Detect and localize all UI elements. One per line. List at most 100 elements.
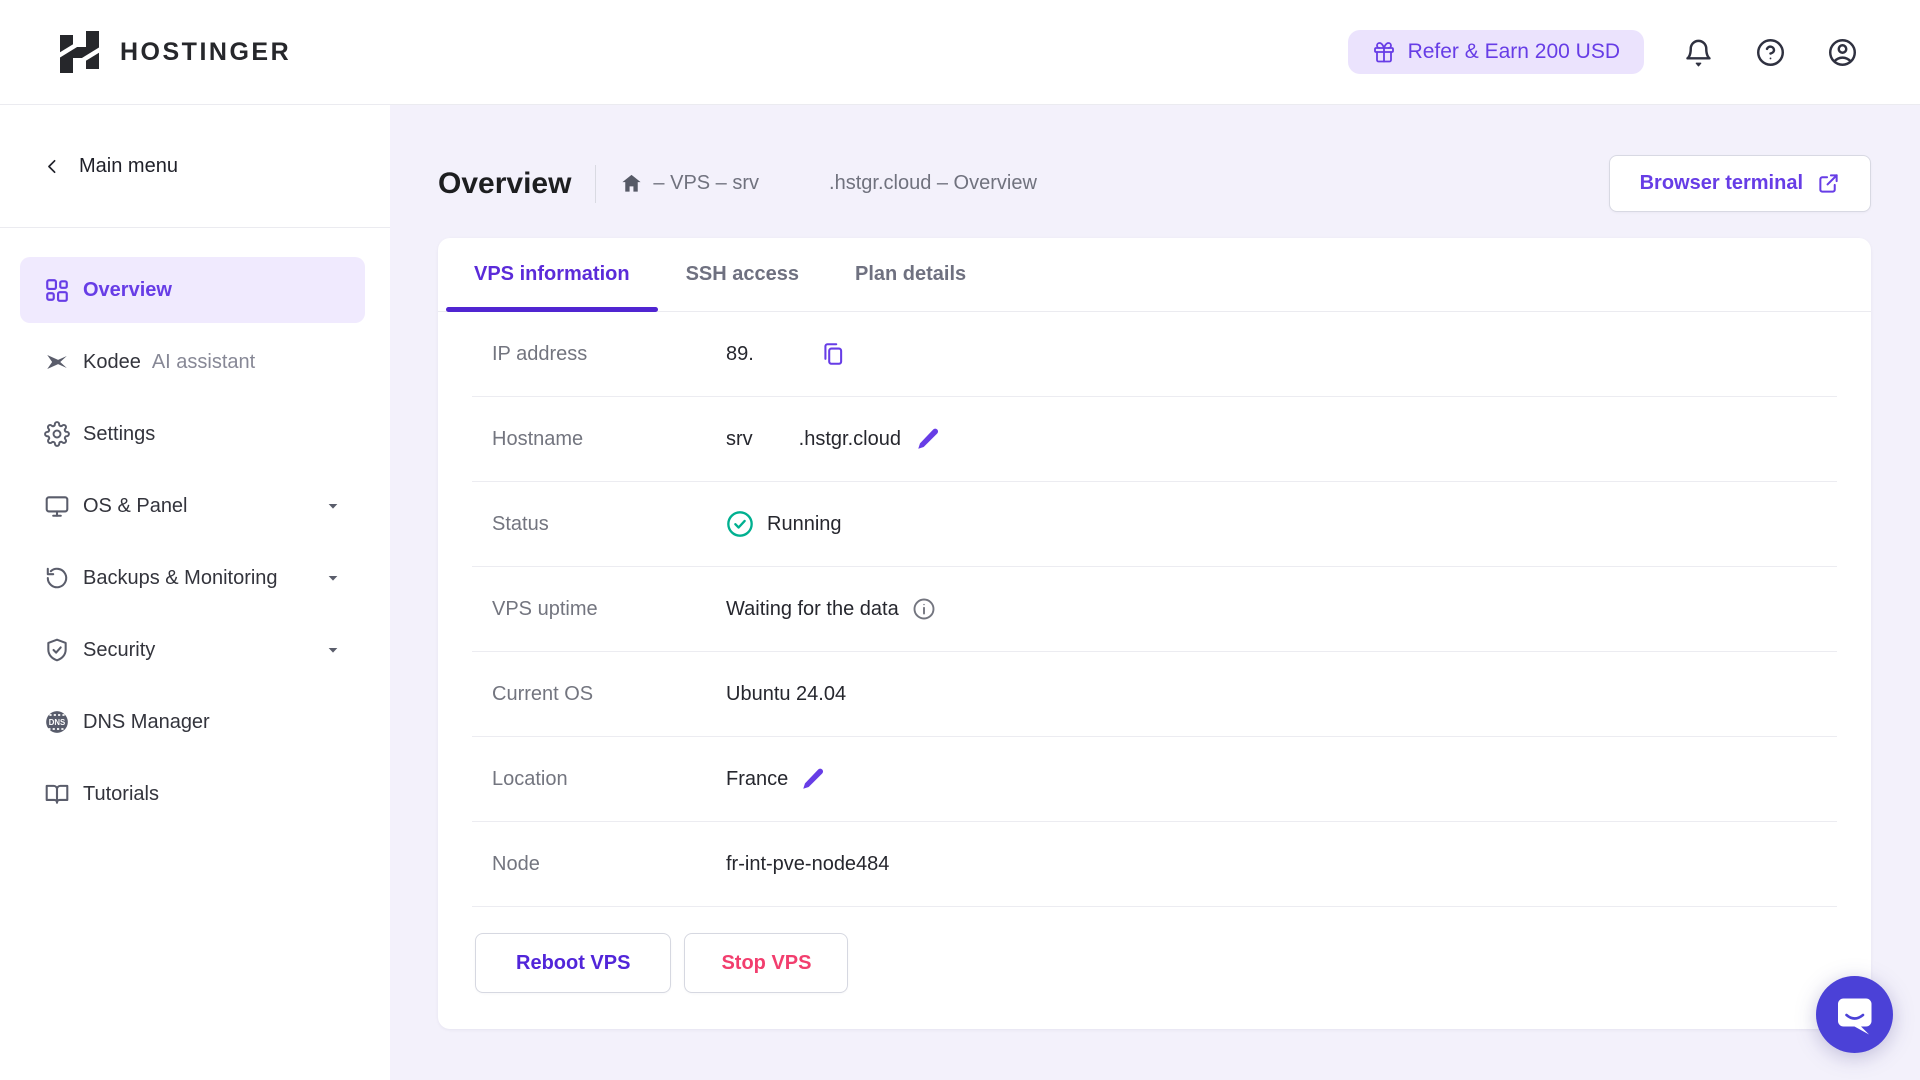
sidebar-item-label: Backups & Monitoring	[83, 567, 278, 590]
kodee-sublabel: AI assistant	[152, 351, 255, 374]
page-header: Overview – VPS – srv .hstgr.cloud – Over…	[438, 155, 1871, 212]
chevron-left-icon	[44, 158, 61, 175]
table-row-vps-uptime: VPS uptime Waiting for the data	[472, 567, 1837, 652]
ip-address-value: 89.	[726, 343, 754, 366]
sidebar-item-security[interactable]: Security	[20, 617, 365, 683]
monitor-icon	[44, 493, 70, 519]
copy-ip-button[interactable]	[820, 341, 846, 367]
sidebar-item-label: DNS Manager	[83, 711, 210, 734]
home-icon[interactable]	[620, 172, 643, 195]
edit-location-button[interactable]	[800, 766, 826, 792]
notifications-button[interactable]	[1680, 34, 1716, 70]
hostinger-logo[interactable]: HOSTINGER	[59, 30, 291, 75]
table-row-ip-address: IP address 89.	[472, 312, 1837, 397]
sidebar-item-os-panel[interactable]: OS & Panel	[20, 473, 365, 539]
hostname-prefix: srv	[726, 428, 753, 451]
sidebar-item-overview[interactable]: Overview	[20, 257, 365, 323]
gift-icon	[1372, 40, 1396, 64]
table-row-status: Status Running	[472, 482, 1837, 567]
browser-terminal-label: Browser terminal	[1640, 172, 1803, 195]
caret-down-icon	[325, 570, 341, 586]
page-title: Overview	[438, 167, 571, 201]
uptime-value: Waiting for the data	[726, 598, 899, 621]
reboot-vps-button[interactable]: Reboot VPS	[475, 933, 671, 993]
refer-earn-label: Refer & Earn 200 USD	[1408, 40, 1620, 64]
top-bar-actions: Refer & Earn 200 USD	[1348, 30, 1860, 74]
breadcrumb-text-2: .hstgr.cloud – Overview	[829, 172, 1037, 195]
sidebar: Main menu Overview	[0, 105, 390, 1080]
edit-hostname-button[interactable]	[915, 426, 941, 452]
vps-information-table: IP address 89.	[438, 312, 1871, 907]
help-icon	[1755, 37, 1786, 68]
row-label: Current OS	[492, 683, 726, 706]
breadcrumb-text-1: – VPS – srv	[653, 172, 759, 195]
row-label: Location	[492, 768, 726, 791]
location-value: France	[726, 768, 788, 791]
sidebar-item-label: Settings	[83, 423, 155, 446]
profile-icon	[1827, 37, 1858, 68]
dashboard-icon	[44, 277, 70, 303]
sidebar-item-backups-monitoring[interactable]: Backups & Monitoring	[20, 545, 365, 611]
refer-earn-button[interactable]: Refer & Earn 200 USD	[1348, 30, 1644, 74]
current-os-value: Ubuntu 24.04	[726, 683, 846, 706]
dns-globe-icon: DNS	[44, 709, 70, 735]
header-divider	[595, 165, 596, 203]
hostinger-h-mark	[59, 30, 100, 75]
vps-overview-card: VPS information SSH access Plan details …	[438, 238, 1871, 1029]
caret-down-icon	[325, 642, 341, 658]
book-icon	[44, 781, 70, 807]
gear-icon	[44, 421, 70, 447]
table-row-node: Node fr-int-pve-node484	[472, 822, 1837, 907]
sidebar-menu: Overview Kodee AI assistant	[0, 228, 390, 827]
tab-bar: VPS information SSH access Plan details	[438, 238, 1871, 312]
sidebar-item-label: Kodee	[83, 351, 141, 374]
check-circle-icon	[726, 510, 754, 538]
node-value: fr-int-pve-node484	[726, 853, 889, 876]
hostinger-hpanel: HOSTINGER Refer & Earn 200 USD	[0, 0, 1920, 1080]
vps-actions: Reboot VPS Stop VPS	[438, 907, 1871, 1029]
external-link-icon	[1817, 172, 1840, 195]
pencil-icon	[800, 766, 826, 792]
stop-vps-button[interactable]: Stop VPS	[684, 933, 848, 993]
sidebar-item-kodee[interactable]: Kodee AI assistant	[20, 329, 365, 395]
sidebar-item-label: Tutorials	[83, 783, 159, 806]
svg-text:DNS: DNS	[49, 718, 65, 727]
browser-terminal-button[interactable]: Browser terminal	[1609, 155, 1871, 212]
bell-icon	[1683, 37, 1714, 68]
kodee-sparkle-icon	[44, 349, 70, 375]
row-label: IP address	[492, 343, 726, 366]
back-label: Main menu	[79, 155, 178, 178]
shield-check-icon	[44, 637, 70, 663]
breadcrumb: – VPS – srv .hstgr.cloud – Overview	[620, 172, 1036, 195]
back-to-main-menu[interactable]: Main menu	[0, 105, 390, 228]
copy-icon	[820, 341, 846, 367]
sidebar-item-label: Overview	[83, 279, 172, 302]
restore-icon	[44, 565, 70, 591]
profile-button[interactable]	[1824, 34, 1860, 70]
top-bar: HOSTINGER Refer & Earn 200 USD	[0, 0, 1920, 105]
table-row-location: Location France	[472, 737, 1837, 822]
sidebar-item-settings[interactable]: Settings	[20, 401, 365, 467]
status-badge: Running	[767, 513, 842, 536]
main-content: Overview – VPS – srv .hstgr.cloud – Over…	[390, 105, 1920, 1080]
tab-ssh-access[interactable]: SSH access	[658, 238, 827, 311]
chat-bubble-icon	[1816, 976, 1893, 1053]
sidebar-item-dns-manager[interactable]: DNS DNS Manager	[20, 689, 365, 755]
sidebar-item-tutorials[interactable]: Tutorials	[20, 761, 365, 827]
sidebar-item-label: OS & Panel	[83, 495, 188, 518]
row-label: Hostname	[492, 428, 726, 451]
brand-name: HOSTINGER	[120, 38, 291, 67]
intercom-chat-button[interactable]	[1816, 976, 1893, 1053]
help-button[interactable]	[1752, 34, 1788, 70]
info-icon[interactable]	[912, 597, 936, 621]
caret-down-icon	[325, 498, 341, 514]
sidebar-item-label: Security	[83, 639, 155, 662]
row-label: VPS uptime	[492, 598, 726, 621]
hostname-suffix: .hstgr.cloud	[799, 428, 901, 451]
tab-vps-information[interactable]: VPS information	[446, 238, 658, 311]
row-label: Node	[492, 853, 726, 876]
table-row-current-os: Current OS Ubuntu 24.04	[472, 652, 1837, 737]
tab-plan-details[interactable]: Plan details	[827, 238, 994, 311]
pencil-icon	[915, 426, 941, 452]
table-row-hostname: Hostname srv .hstgr.cloud	[472, 397, 1837, 482]
